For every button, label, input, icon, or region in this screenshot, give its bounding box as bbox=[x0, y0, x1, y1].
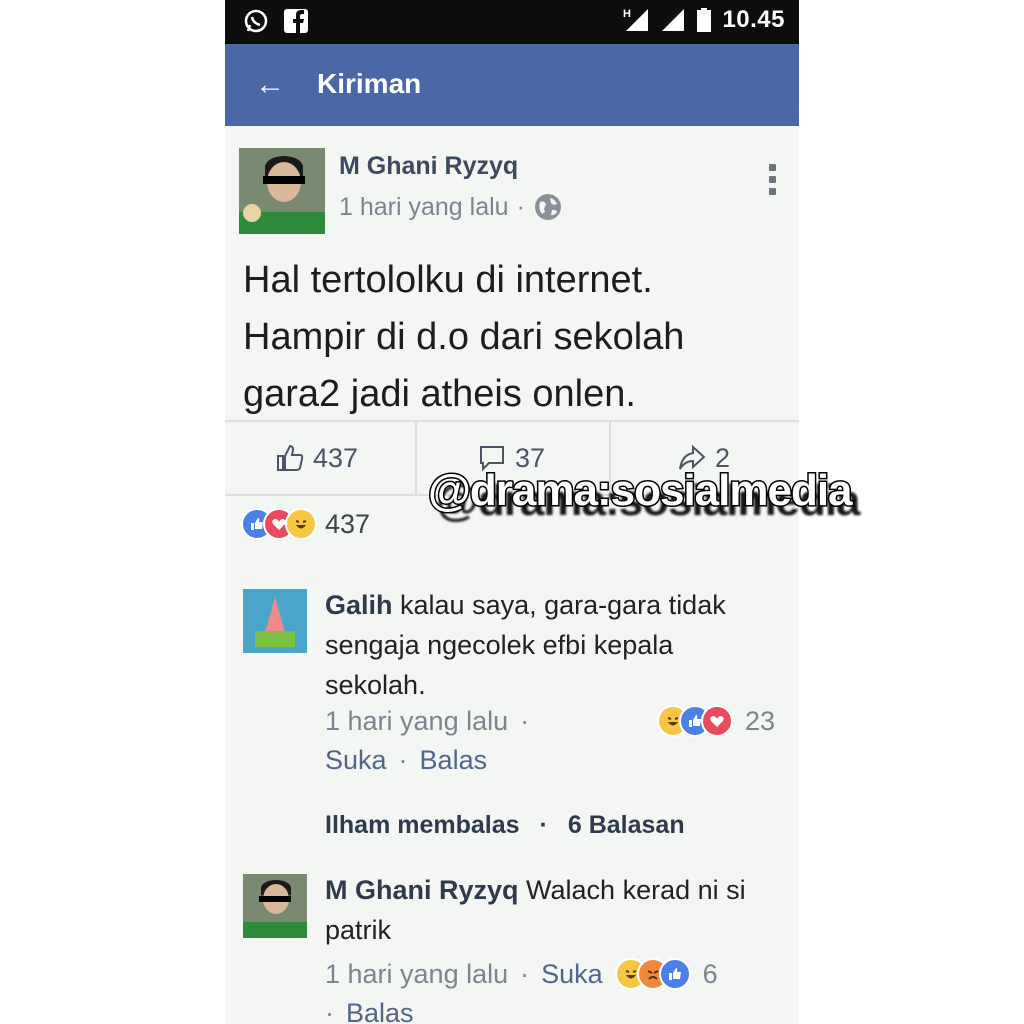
signal-icon bbox=[662, 9, 685, 31]
network-type-label: H bbox=[623, 8, 631, 20]
status-bar: H 10.45 bbox=[225, 0, 799, 44]
post-author-name[interactable]: M Ghani Ryzyq bbox=[339, 152, 518, 181]
signal-h-icon: H bbox=[623, 8, 649, 31]
view-replies[interactable]: Ilham membalas · 6 Balasan bbox=[325, 811, 685, 840]
meta-separator: · bbox=[539, 811, 548, 839]
comment-meta: 1 hari yang lalu · Suka 6 bbox=[325, 958, 718, 990]
globe-icon bbox=[534, 194, 561, 220]
watermark-text: @drama:sosialmedia bbox=[427, 465, 855, 517]
comment-reaction-count: 23 bbox=[744, 705, 775, 736]
comment-timestamp: 1 hari yang lalu bbox=[325, 705, 509, 736]
reaction-total: 437 bbox=[325, 508, 371, 539]
meta-separator: · bbox=[398, 745, 408, 775]
comment-meta: 1 hari yang lalu · 23 bbox=[325, 705, 775, 737]
page-title: Kiriman bbox=[317, 68, 422, 99]
commenter-avatar[interactable] bbox=[243, 874, 307, 938]
comment-author[interactable]: Galih bbox=[325, 590, 393, 620]
reply-link[interactable]: Balas bbox=[420, 745, 488, 776]
comment-reactions[interactable] bbox=[614, 958, 691, 990]
meta-separator: · bbox=[325, 998, 334, 1024]
post-text: Hal tertololku di internet. Hampir di d.… bbox=[243, 259, 685, 415]
commenter-avatar[interactable] bbox=[243, 589, 307, 653]
like-count: 437 bbox=[313, 442, 359, 473]
like-count-button[interactable]: 437 bbox=[275, 422, 358, 494]
comment-actions: Suka · Balas bbox=[325, 745, 487, 776]
comment-reactions[interactable] bbox=[656, 705, 733, 737]
haha-reaction-icon bbox=[285, 508, 317, 540]
love-reaction-icon bbox=[700, 705, 733, 737]
replies-count: 6 Balasan bbox=[567, 811, 685, 839]
replies-who: Ilham membalas bbox=[325, 811, 520, 839]
meta-separator: · bbox=[516, 192, 525, 221]
meta-separator: · bbox=[520, 958, 530, 989]
app-bar: ← Kiriman bbox=[225, 44, 799, 126]
comment-body: Galih kalau saya, gara-gara tidak sengaj… bbox=[325, 585, 775, 705]
reply-link[interactable]: Balas bbox=[346, 998, 414, 1024]
comment-body: M Ghani Ryzyq Walach kerad ni si patrik bbox=[325, 870, 775, 950]
comment-author[interactable]: M Ghani Ryzyq bbox=[325, 875, 519, 905]
like-reaction-icon bbox=[658, 958, 691, 990]
clock: 10.45 bbox=[722, 6, 785, 33]
comment-reaction-count: 6 bbox=[702, 958, 718, 989]
thumbs-up-icon bbox=[277, 444, 304, 471]
whatsapp-icon bbox=[244, 9, 268, 33]
post-timestamp: 1 hari yang lalu bbox=[339, 192, 509, 221]
comment-actions: · Balas bbox=[325, 998, 414, 1024]
meta-separator: · bbox=[520, 705, 530, 736]
like-link[interactable]: Suka bbox=[325, 745, 387, 776]
reaction-summary[interactable]: 437 bbox=[241, 508, 370, 540]
comment-timestamp: 1 hari yang lalu bbox=[325, 958, 509, 989]
like-link[interactable]: Suka bbox=[541, 959, 603, 990]
battery-icon bbox=[697, 8, 712, 32]
more-options-icon[interactable] bbox=[769, 164, 777, 200]
facebook-icon bbox=[284, 9, 308, 33]
arrow-left-icon[interactable]: ← bbox=[255, 70, 285, 100]
post-meta: 1 hari yang lalu · bbox=[339, 192, 563, 222]
post-author-avatar[interactable] bbox=[239, 148, 325, 234]
